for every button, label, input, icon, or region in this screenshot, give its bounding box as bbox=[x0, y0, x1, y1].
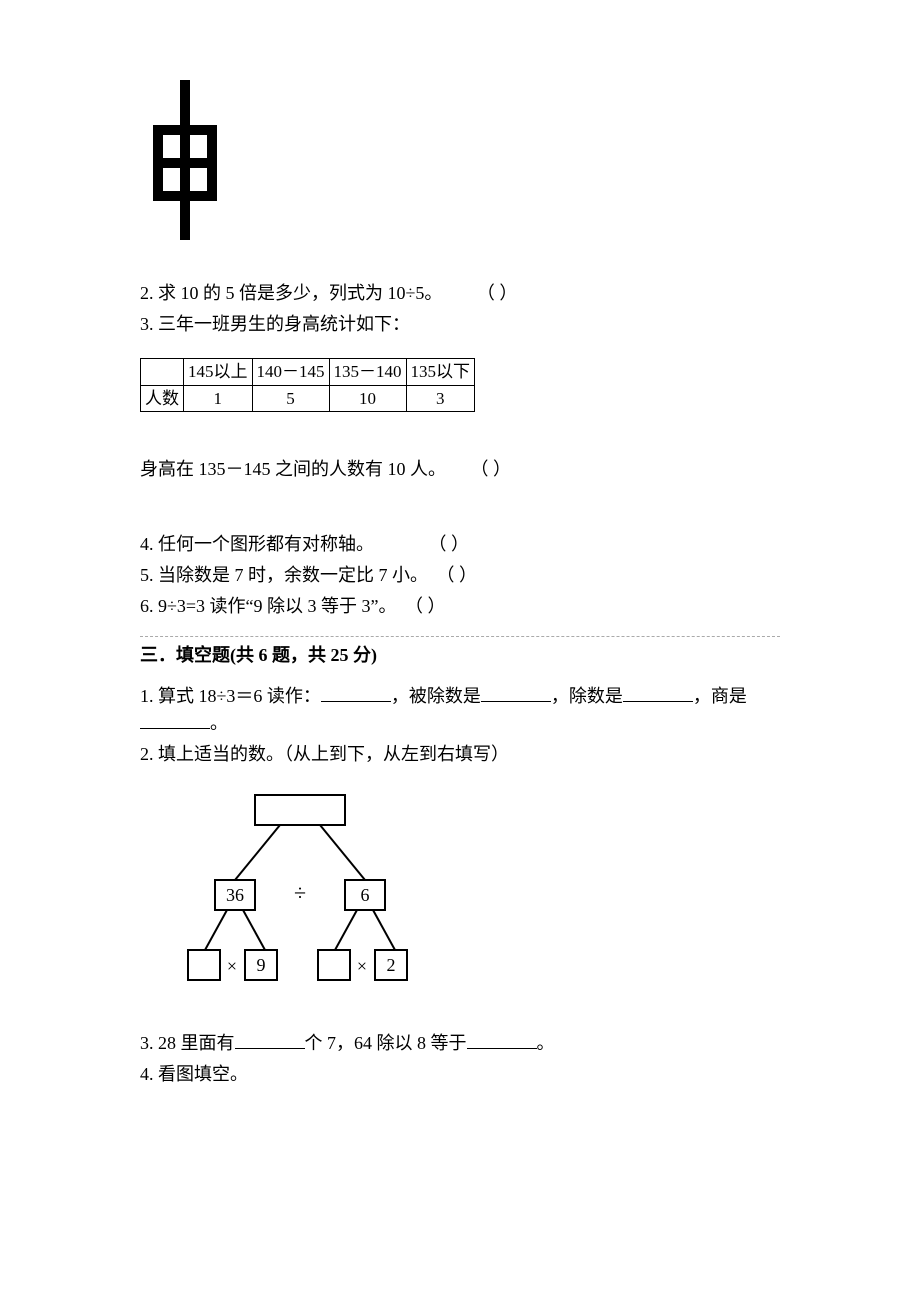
tree-blank-left[interactable] bbox=[188, 950, 220, 980]
section-3-title: 三．填空题(共 6 题，共 25 分) bbox=[140, 642, 383, 669]
fill-1-part4: ，商是 bbox=[693, 686, 747, 706]
fill-1-suffix: 。 bbox=[210, 713, 228, 733]
tree-val-2: 2 bbox=[387, 955, 396, 975]
tree-mul-left: × bbox=[227, 956, 237, 976]
table-header-2: 140－145 bbox=[252, 359, 329, 386]
tree-mul-right: × bbox=[357, 956, 367, 976]
question-2: 2. 求 10 的 5 倍是多少，列式为 10÷5。 （ ） bbox=[140, 280, 780, 307]
fill-3-suffix: 。 bbox=[537, 1033, 555, 1053]
table-row-label: 人数 bbox=[141, 385, 184, 412]
tree-val-36: 36 bbox=[226, 885, 244, 905]
fill-3-mid: 个 7，64 除以 8 等于 bbox=[305, 1033, 467, 1053]
question-4: 4. 任何一个图形都有对称轴。 （ ） bbox=[140, 531, 780, 558]
table-header-1: 145以上 bbox=[184, 359, 253, 386]
fill-1: 1. 算式 18÷3＝6 读作： ，被除数是 ，除数是 ，商是。 bbox=[140, 683, 780, 737]
fill-1-blank-3[interactable] bbox=[623, 683, 693, 702]
question-5-paren: （ ） bbox=[437, 562, 478, 589]
tree-top-box[interactable] bbox=[255, 795, 345, 825]
table-header-blank bbox=[141, 359, 184, 386]
question-4-paren: （ ） bbox=[429, 531, 470, 558]
fill-3-blank-2[interactable] bbox=[467, 1030, 537, 1049]
fill-4-text: 4. 看图填空。 bbox=[140, 1061, 780, 1088]
table-data-row: 人数 1 5 10 3 bbox=[141, 385, 475, 412]
fill-1-prefix: 1. 算式 18÷3＝6 读作： bbox=[140, 686, 321, 706]
question-3-statement-text: 身高在 135－145 之间的人数有 10 人。 bbox=[140, 459, 446, 479]
tree-blank-right[interactable] bbox=[318, 950, 350, 980]
height-stat-table: 145以上 140－145 135－140 135以下 人数 1 5 10 3 bbox=[140, 358, 475, 412]
table-value-3: 10 bbox=[329, 385, 406, 412]
fill-2-text: 2. 填上适当的数。（从上到下，从左到右填写） bbox=[140, 741, 780, 768]
question-3-statement: 身高在 135－145 之间的人数有 10 人。 （ ） bbox=[140, 456, 780, 483]
fill-3: 3. 28 里面有 个 7，64 除以 8 等于 。 bbox=[140, 1030, 780, 1057]
question-2-text: 2. 求 10 的 5 倍是多少，列式为 10÷5。 bbox=[140, 283, 442, 303]
table-header-4: 135以下 bbox=[406, 359, 475, 386]
fill-1-blank-2[interactable] bbox=[481, 683, 551, 702]
question-4-text: 4. 任何一个图形都有对称轴。 bbox=[140, 534, 374, 554]
tree-div-sign: ÷ bbox=[294, 880, 306, 905]
question-6-paren: （ ） bbox=[405, 593, 446, 620]
fill-1-part2: ，被除数是 bbox=[391, 686, 481, 706]
table-value-2: 5 bbox=[252, 385, 329, 412]
question-3-paren: （ ） bbox=[471, 456, 512, 483]
table-value-4: 3 bbox=[406, 385, 475, 412]
fill-1-blank-4[interactable] bbox=[140, 710, 210, 729]
question-2-paren: （ ） bbox=[477, 280, 518, 307]
fill-3-blank-1[interactable] bbox=[235, 1030, 305, 1049]
shen-character-icon bbox=[150, 80, 220, 240]
fill-3-prefix: 3. 28 里面有 bbox=[140, 1033, 235, 1053]
question-3-text: 3. 三年一班男生的身高统计如下： bbox=[140, 311, 780, 338]
question-5-text: 5. 当除数是 7 时，余数一定比 7 小。 bbox=[140, 565, 428, 585]
question-5: 5. 当除数是 7 时，余数一定比 7 小。 （ ） bbox=[140, 562, 780, 589]
table-header-row: 145以上 140－145 135－140 135以下 bbox=[141, 359, 475, 386]
fill-1-blank-1[interactable] bbox=[321, 683, 391, 702]
tree-val-6: 6 bbox=[361, 885, 370, 905]
tree-diagram: ÷ 36 6 × 9 × 2 bbox=[180, 790, 430, 990]
table-value-1: 1 bbox=[184, 385, 253, 412]
fill-1-part3: ，除数是 bbox=[551, 686, 623, 706]
table-header-3: 135－140 bbox=[329, 359, 406, 386]
question-6: 6. 9÷3=3 读作“9 除以 3 等于 3”。 （ ） bbox=[140, 593, 780, 620]
tree-val-9: 9 bbox=[257, 955, 266, 975]
dashed-divider bbox=[140, 636, 780, 637]
question-6-text: 6. 9÷3=3 读作“9 除以 3 等于 3”。 bbox=[140, 596, 397, 616]
